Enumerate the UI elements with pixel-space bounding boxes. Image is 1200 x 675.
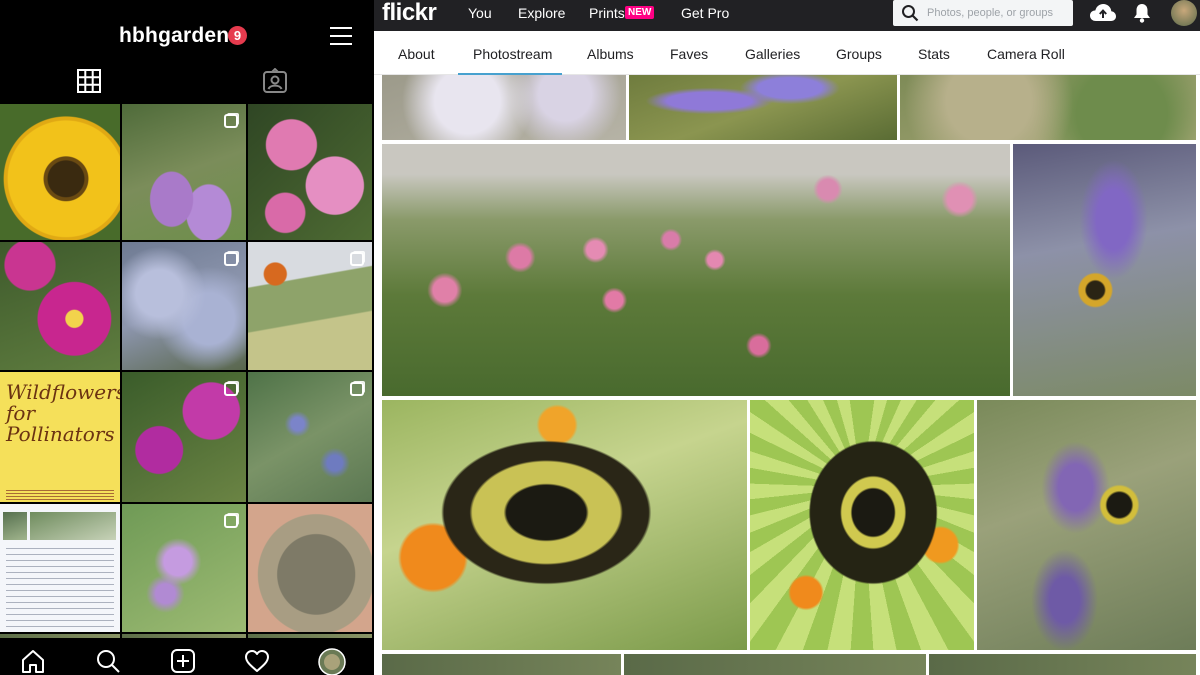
multiple-photos-icon	[224, 114, 238, 128]
grid-post-poster[interactable]: Wildflowers for Pollinators	[0, 372, 120, 502]
search-icon[interactable]	[901, 4, 919, 22]
nav-prints[interactable]: Prints	[589, 5, 625, 21]
photo-tile[interactable]	[382, 654, 621, 675]
photo-tile[interactable]	[750, 400, 974, 650]
grid-post-garden[interactable]	[248, 242, 372, 370]
tab-groups[interactable]: Groups	[836, 46, 882, 62]
flyer-photo	[30, 512, 116, 540]
tab-stats[interactable]: Stats	[918, 46, 950, 62]
search-input[interactable]	[927, 0, 1071, 26]
flyer-photo	[3, 512, 27, 540]
flickr-photostream-panel: flickr You Explore Prints NEW Get Pro Ab…	[374, 0, 1200, 675]
photo-tile[interactable]	[900, 75, 1196, 140]
photo-tile[interactable]	[382, 144, 1010, 396]
nav-explore[interactable]: Explore	[518, 5, 565, 21]
grid-post-sunflower[interactable]	[0, 104, 120, 240]
poster-title: Wildflowers for Pollinators	[6, 380, 120, 446]
photo-tile[interactable]	[629, 75, 897, 140]
photo-tile[interactable]	[382, 75, 626, 140]
instagram-profile-panel: hbhgarden 9 Wildflowers for Pollinators	[0, 0, 372, 675]
search-icon[interactable]	[95, 648, 121, 674]
grid-post-allium[interactable]	[122, 504, 246, 632]
grid-icon[interactable]	[76, 68, 102, 94]
grid-post-event-flyer[interactable]	[0, 504, 120, 632]
grid-post-butterfly[interactable]	[122, 104, 246, 240]
flickr-logo[interactable]: flickr	[382, 0, 437, 26]
notifications-bell-icon[interactable]	[1131, 2, 1153, 24]
add-post-icon[interactable]	[170, 648, 196, 674]
instagram-bottom-nav	[0, 638, 372, 675]
instagram-header: hbhgarden 9	[0, 0, 372, 104]
grid-post-rosemary[interactable]	[248, 372, 372, 502]
tab-about[interactable]: About	[398, 46, 435, 62]
tab-albums[interactable]: Albums	[587, 46, 634, 62]
photostream-justified-grid	[374, 75, 1200, 675]
upload-cloud-icon[interactable]	[1089, 2, 1117, 24]
tab-faves[interactable]: Faves	[670, 46, 708, 62]
profile-subnav: About Photostream Albums Faves Galleries…	[374, 31, 1200, 75]
multiple-photos-icon	[224, 514, 238, 528]
grid-post-toad[interactable]	[248, 504, 372, 632]
photo-tile[interactable]	[929, 654, 1196, 675]
nav-you[interactable]: You	[468, 5, 492, 21]
user-avatar[interactable]	[1171, 0, 1197, 26]
photo-tile[interactable]	[1013, 144, 1196, 396]
profile-avatar-icon[interactable]	[318, 648, 346, 675]
grid-post-zinnia[interactable]	[0, 242, 120, 370]
multiple-photos-icon	[224, 252, 238, 266]
profile-username[interactable]: hbhgarden	[119, 24, 229, 48]
tab-photostream[interactable]: Photostream	[473, 46, 552, 62]
prints-new-badge: NEW	[625, 6, 655, 19]
flyer-text-graphic	[6, 548, 114, 628]
photo-tile[interactable]	[382, 400, 747, 650]
photo-tile[interactable]	[624, 654, 926, 675]
grid-post-wild-rose[interactable]	[248, 104, 372, 240]
home-icon[interactable]	[20, 648, 46, 674]
multiple-photos-icon	[350, 252, 364, 266]
multiple-photos-icon	[350, 382, 364, 396]
tagged-icon[interactable]	[262, 67, 288, 94]
hamburger-menu-icon[interactable]	[330, 26, 353, 46]
tab-galleries[interactable]: Galleries	[745, 46, 800, 62]
poster-details-graphic	[6, 490, 114, 500]
photo-tile[interactable]	[977, 400, 1196, 650]
search-box	[893, 0, 1073, 26]
grid-post-sage[interactable]	[122, 242, 246, 370]
tab-camera-roll[interactable]: Camera Roll	[987, 46, 1065, 62]
grid-post-yarrow[interactable]	[122, 372, 246, 502]
heart-icon[interactable]	[244, 648, 270, 674]
multiple-photos-icon	[224, 382, 238, 396]
nav-get-pro[interactable]: Get Pro	[681, 5, 729, 21]
notification-badge: 9	[228, 26, 247, 45]
instagram-photo-grid: Wildflowers for Pollinators	[0, 104, 372, 642]
flickr-topbar: flickr You Explore Prints NEW Get Pro	[374, 0, 1200, 31]
